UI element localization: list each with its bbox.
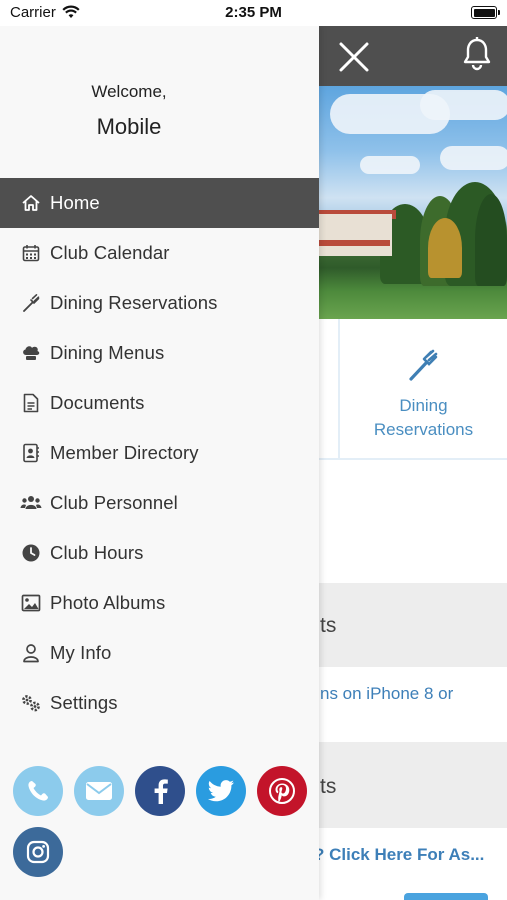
- home-icon: [20, 192, 42, 214]
- dining-reservations-tile-label[interactable]: Dining Reservations: [340, 394, 507, 442]
- section-text-1[interactable]: ns on iPhone 8 or: [320, 684, 453, 704]
- menu-label-member-directory: Member Directory: [50, 442, 199, 463]
- drawer-menu: Home Club Calendar Dining Reservations D…: [0, 178, 319, 728]
- clock-time: 2:35 PM: [225, 4, 282, 21]
- menu-label-home: Home: [50, 192, 100, 213]
- section-title-1: ts: [320, 614, 337, 637]
- menu-item-documents[interactable]: Documents: [0, 378, 319, 428]
- menu-item-photo-albums[interactable]: Photo Albums: [0, 578, 319, 628]
- facebook-button[interactable]: [135, 766, 185, 816]
- instagram-button[interactable]: [13, 827, 63, 877]
- battery-icon: [471, 6, 500, 19]
- menu-label-dining-reservations: Dining Reservations: [50, 292, 218, 313]
- close-menu-button[interactable]: [336, 39, 372, 75]
- fork-icon[interactable]: [405, 347, 441, 383]
- gears-icon: [20, 692, 42, 714]
- contact-book-icon: [20, 442, 42, 464]
- menu-label-club-hours: Club Hours: [50, 542, 144, 563]
- fork-icon: [20, 292, 42, 314]
- image-icon: [20, 592, 42, 614]
- users-icon: [20, 492, 42, 514]
- email-button[interactable]: [74, 766, 124, 816]
- pinterest-icon: [269, 778, 295, 804]
- email-icon: [86, 782, 112, 800]
- document-icon: [20, 392, 42, 414]
- pinterest-button[interactable]: [257, 766, 307, 816]
- bell-icon: [463, 37, 491, 71]
- chef-hat-icon: [20, 342, 42, 364]
- clubhouse-roof-lower: [310, 240, 390, 246]
- menu-item-club-personnel[interactable]: Club Personnel: [0, 478, 319, 528]
- menu-label-my-info: My Info: [50, 642, 112, 663]
- menu-label-club-personnel: Club Personnel: [50, 492, 178, 513]
- menu-label-dining-menus: Dining Menus: [50, 342, 165, 363]
- clock-icon: [20, 542, 42, 564]
- action-button[interactable]: [404, 893, 488, 900]
- section-link-2[interactable]: ? Click Here For As...: [314, 845, 484, 865]
- user-name: Mobile: [96, 114, 162, 139]
- close-icon: [339, 42, 369, 72]
- menu-item-club-hours[interactable]: Club Hours: [0, 528, 319, 578]
- facebook-icon: [154, 779, 168, 804]
- menu-item-club-calendar[interactable]: Club Calendar: [0, 228, 319, 278]
- phone-button[interactable]: [13, 766, 63, 816]
- notifications-button[interactable]: [460, 36, 494, 72]
- side-drawer: Welcome, Mobile Home Club Calendar Dinin…: [0, 26, 319, 900]
- menu-item-dining-menus[interactable]: Dining Menus: [0, 328, 319, 378]
- menu-label-documents: Documents: [50, 392, 145, 413]
- calendar-icon: [20, 242, 42, 264]
- menu-label-settings: Settings: [50, 692, 118, 713]
- welcome-text: Welcome,: [91, 82, 167, 101]
- twitter-icon: [207, 780, 234, 802]
- menu-label-photo-albums: Photo Albums: [50, 592, 166, 613]
- user-icon: [20, 642, 42, 664]
- twitter-button[interactable]: [196, 766, 246, 816]
- section-title-2: ts: [320, 775, 337, 798]
- menu-item-settings[interactable]: Settings: [0, 678, 319, 728]
- menu-item-my-info[interactable]: My Info: [0, 628, 319, 678]
- phone-icon: [28, 781, 48, 801]
- menu-item-home[interactable]: Home: [0, 178, 319, 228]
- menu-label-club-calendar: Club Calendar: [50, 242, 170, 263]
- instagram-icon: [26, 840, 50, 864]
- menu-item-member-directory[interactable]: Member Directory: [0, 428, 319, 478]
- status-bar: Carrier 2:35 PM: [0, 0, 507, 26]
- menu-item-dining-reservations[interactable]: Dining Reservations: [0, 278, 319, 328]
